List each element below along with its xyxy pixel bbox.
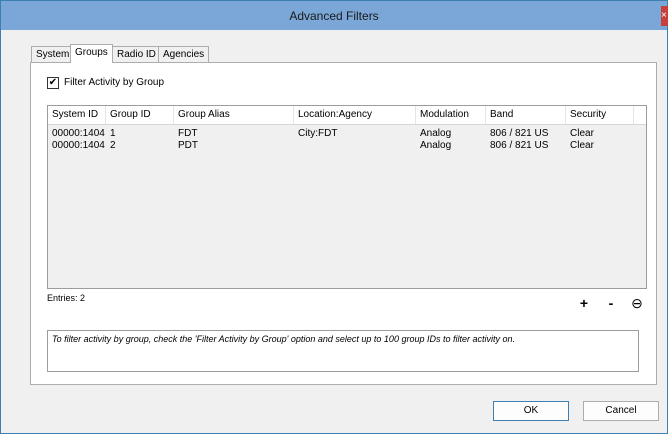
column-header-security[interactable]: Security (566, 106, 634, 124)
cell-modulation: Analog (420, 128, 452, 139)
column-header-group-id[interactable]: Group ID (106, 106, 174, 124)
tab-agencies[interactable]: Agencies (158, 46, 210, 62)
cell-group-alias: PDT (178, 140, 198, 151)
table-row[interactable]: 00000:1404 1 FDT City:FDT Analog 806 / 8… (48, 128, 646, 140)
column-header-system-id[interactable]: System ID (48, 106, 106, 124)
column-header-band[interactable]: Band (486, 106, 566, 124)
cell-group-alias: FDT (178, 128, 198, 139)
remove-icon[interactable]: - (604, 296, 618, 310)
cell-security: Clear (570, 128, 594, 139)
groups-table[interactable]: System ID Group ID Group Alias Location:… (47, 105, 647, 289)
cell-group-id: 1 (110, 128, 116, 139)
table-row[interactable]: 00000:1404 2 PDT Analog 806 / 821 US Cle… (48, 140, 646, 152)
close-button[interactable]: × (661, 6, 668, 26)
cell-security: Clear (570, 140, 594, 151)
tab-groups[interactable]: Groups (70, 44, 113, 63)
ok-button[interactable]: OK (493, 401, 569, 421)
entries-count: Entries: 2 (47, 293, 86, 303)
cell-group-id: 2 (110, 140, 116, 151)
add-icon[interactable]: + (577, 296, 591, 310)
tab-radio-id[interactable]: Radio ID (112, 46, 161, 62)
column-header-location-agency[interactable]: Location:Agency (294, 106, 416, 124)
column-header-modulation[interactable]: Modulation (416, 106, 486, 124)
filter-by-group-label: Filter Activity by Group (64, 77, 165, 88)
tab-system[interactable]: System (31, 46, 75, 62)
groups-tab-panel: ✔ Filter Activity by Group System ID Gro… (30, 62, 657, 385)
cell-modulation: Analog (420, 140, 452, 151)
cell-system-id: 00000:1404 (52, 128, 105, 139)
cell-system-id: 00000:1404 (52, 140, 105, 151)
cancel-button[interactable]: Cancel (583, 401, 659, 421)
clear-all-icon[interactable]: ⊖ (630, 296, 644, 310)
table-header: System ID Group ID Group Alias Location:… (48, 106, 646, 125)
cell-location-agency (294, 140, 298, 152)
cell-band: 806 / 821 US (490, 140, 549, 151)
window-title: Advanced Filters (289, 9, 379, 23)
title-bar[interactable]: Advanced Filters × (1, 1, 668, 30)
help-text-box: To filter activity by group, check the '… (47, 330, 639, 372)
filter-by-group-checkbox[interactable]: ✔ (47, 77, 59, 89)
cell-band: 806 / 821 US (490, 128, 549, 139)
help-text: To filter activity by group, check the '… (52, 334, 515, 344)
advanced-filters-dialog: Advanced Filters × System Groups Radio I… (0, 0, 668, 434)
cell-location-agency: City:FDT (298, 128, 338, 139)
column-header-group-alias[interactable]: Group Alias (174, 106, 294, 124)
